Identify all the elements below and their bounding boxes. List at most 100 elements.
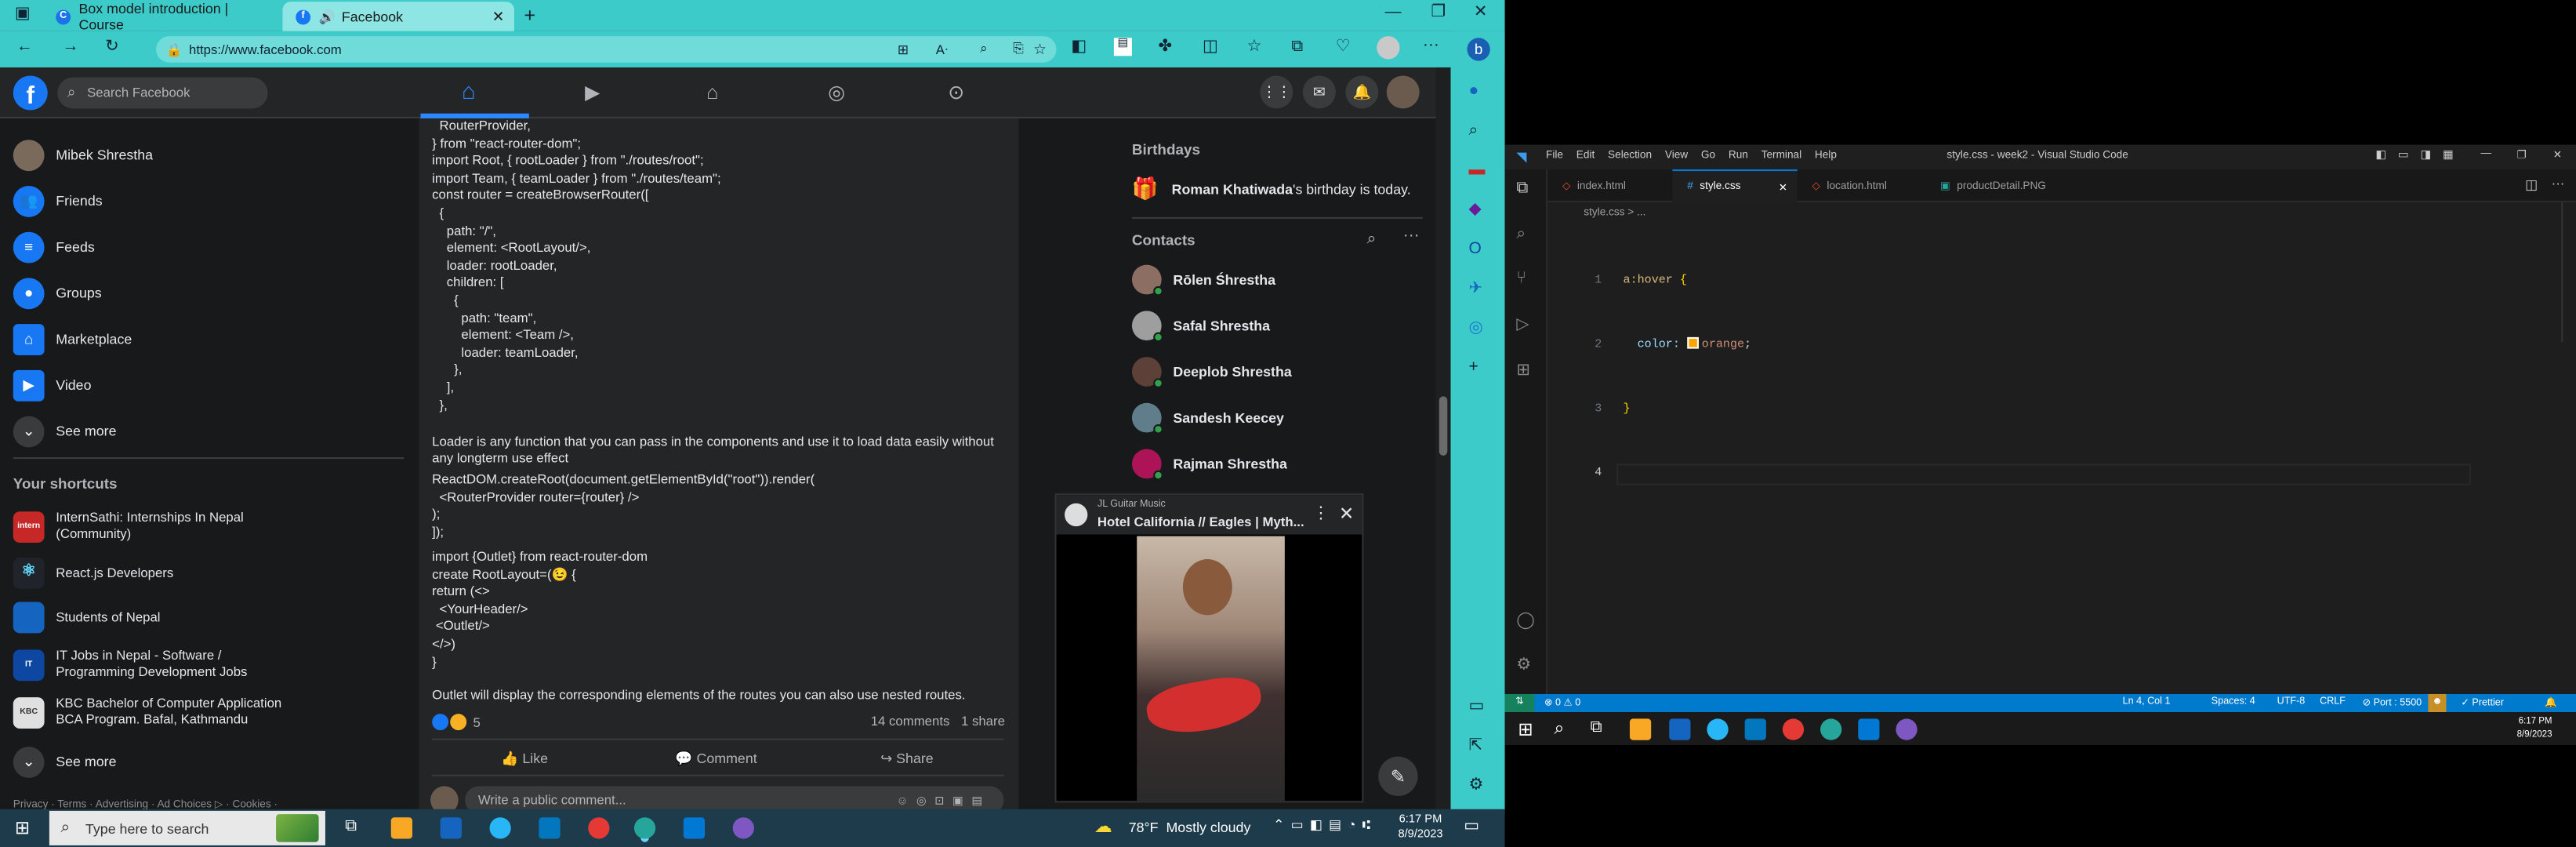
shortcut-item[interactable]: ⚛ React.js Developers (13, 557, 174, 589)
windows-start-icon[interactable]: ⊞ (1518, 718, 1533, 740)
favorites-icon[interactable]: ☆ (1247, 38, 1262, 56)
tab-course[interactable]: C Box model introduction | Course (42, 0, 276, 33)
restore-icon[interactable]: ❐ (2517, 148, 2527, 162)
more-actions-icon[interactable]: ··· (2552, 176, 2565, 191)
shortcut-item[interactable]: KBC KBC Bachelor of Computer Application B… (13, 696, 281, 729)
menu-item[interactable]: Edit (1576, 150, 1595, 162)
contact-item[interactable]: Rajman Shrestha (1131, 449, 1287, 481)
nav-marketplace[interactable]: ⌂ Marketplace (13, 322, 132, 355)
share-icon[interactable]: ⎘ (1013, 41, 1023, 57)
nav-friends[interactable]: 👥 Friends (13, 184, 103, 217)
split-screen-icon[interactable]: ◫ (1203, 38, 1218, 56)
comments-count[interactable]: 14 comments (871, 714, 950, 729)
split-editor-icon[interactable]: ◫ (2525, 177, 2538, 192)
system-tray-icons[interactable]: ⌃▭◧▤◔⑆ (1273, 817, 1377, 832)
bing-chat-icon[interactable]: b (1467, 38, 1490, 61)
indentation[interactable]: Spaces: 4 (2211, 697, 2255, 707)
code-editor[interactable]: a:hover { color: orange; } (1616, 228, 2471, 528)
contact-item[interactable]: Sandesh Keecey (1131, 402, 1284, 434)
apps-icon[interactable]: ⊞ (898, 42, 909, 56)
minimize-icon[interactable]: — (2481, 148, 2492, 160)
vscode-taskbar-icon[interactable] (1858, 718, 1880, 740)
nav-feeds[interactable]: ≡ Feeds (13, 231, 95, 264)
contact-item[interactable]: Safal Shrestha (1131, 311, 1270, 343)
menu-item[interactable]: Help (1815, 150, 1837, 162)
messenger-icon[interactable]: ✉ (1302, 75, 1336, 109)
shortcut-item[interactable]: IT IT Jobs in Nepal - Software / Programmi… (13, 648, 248, 681)
weather-text[interactable]: 78°F Mostly cloudy (1129, 819, 1251, 835)
speaker-icon[interactable]: 🔊 (319, 9, 336, 24)
search-contacts-icon[interactable]: ⌕ (1367, 231, 1377, 249)
tab-index-html[interactable]: ◇ index.html (1547, 169, 1672, 202)
tab-facebook[interactable]: f 🔊 Facebook ✕ (282, 2, 514, 31)
paint-icon[interactable] (588, 817, 610, 839)
close-tab-icon[interactable]: ✕ (1779, 180, 1787, 194)
close-window-icon[interactable]: ✕ (2553, 148, 2562, 162)
file-explorer-icon[interactable] (1629, 718, 1652, 740)
collections-icon[interactable]: ⧉ (1291, 38, 1303, 56)
notification-center-icon[interactable]: ▭ (1464, 817, 1479, 835)
back-icon[interactable]: ← (16, 38, 33, 56)
app-icon[interactable] (1896, 718, 1917, 740)
extension-2-icon[interactable]: ▤ (1113, 38, 1132, 56)
video-frame[interactable] (1137, 536, 1285, 802)
settings-icon[interactable]: ⚙ (1469, 777, 1484, 794)
explorer-icon[interactable]: ⧉ (1516, 180, 1528, 198)
app-icon[interactable] (1707, 718, 1729, 740)
new-message-button[interactable]: ✎ (1378, 756, 1418, 796)
zoom-icon[interactable]: ⌕ (980, 41, 987, 57)
nav-groups[interactable]: ● Groups (13, 276, 102, 309)
facebook-logo[interactable]: f (13, 75, 48, 111)
office-icon[interactable]: ◎ (1469, 320, 1483, 337)
vscode-taskbar-icon[interactable] (683, 817, 706, 839)
taskbar-search[interactable]: ⌕ Type here to search (49, 810, 325, 845)
tools-icon[interactable]: ▬ (1469, 162, 1486, 180)
shares-count[interactable]: 1 share (961, 714, 1005, 729)
sidebar-search-icon[interactable]: ⌕ (1469, 122, 1478, 140)
external-link-icon[interactable]: ⇱ (1469, 738, 1483, 755)
layout-controls-icon[interactable]: ◧▭◨▦ (2375, 148, 2465, 162)
shortcuts-see-more[interactable]: ⌄ See more (13, 745, 117, 778)
groups-nav-icon[interactable]: ◎ (828, 81, 845, 104)
task-view-icon[interactable]: ⧉ (345, 817, 366, 838)
notifications-bell-icon[interactable]: 🔔 (2545, 697, 2557, 709)
menu-grid-icon[interactable]: ⋮⋮ (1260, 75, 1293, 109)
sidebar-layout-icon[interactable]: ▭ (1469, 698, 1485, 715)
extensions-icon[interactable]: ⊞ (1516, 362, 1530, 380)
paint-icon[interactable] (1782, 718, 1805, 740)
marketplace-nav-icon[interactable]: ⌂ (706, 81, 718, 104)
menu-item[interactable]: Run (1729, 150, 1748, 162)
windows-start-icon[interactable]: ⊞ (15, 817, 30, 838)
games-icon[interactable]: ◆ (1469, 202, 1482, 219)
more-menu-icon[interactable]: ··· (1423, 37, 1439, 54)
store-icon[interactable] (440, 817, 462, 839)
tab-product-detail[interactable]: ▣ productDetail.PNG (1925, 169, 2073, 202)
tab-location-html[interactable]: ◇ location.html (1798, 169, 1925, 202)
edge-taskbar-icon[interactable] (1820, 718, 1842, 740)
app-icon[interactable] (489, 817, 511, 839)
drop-icon[interactable]: ✈ (1469, 281, 1483, 298)
problems-status[interactable]: ⊗ 0 ⚠ 0 (1544, 697, 1580, 709)
clock[interactable]: 6:17 PM 8/9/2023 (1398, 812, 1442, 842)
comment-button[interactable]: 💬 Comment (675, 750, 756, 768)
outlook-icon[interactable]: O (1469, 241, 1482, 258)
close-tab-icon[interactable]: ✕ (492, 7, 505, 25)
menu-item[interactable]: Selection (1608, 150, 1652, 162)
account-avatar[interactable] (1386, 75, 1420, 109)
restore-icon[interactable]: ❐ (1431, 4, 1446, 21)
store-icon[interactable] (1669, 718, 1691, 740)
tab-style-css[interactable]: # style.css ✕ (1672, 169, 1798, 202)
url-field[interactable]: 🔒 https://www.facebook.com ⊞ Aᐧ ⌕ ⎘ ☆ (156, 36, 1057, 63)
menu-item[interactable]: Terminal (1761, 150, 1801, 162)
gaming-icon[interactable]: ⊙ (948, 81, 964, 104)
copilot-icon[interactable]: ☻ (2428, 693, 2447, 713)
file-explorer-icon[interactable] (390, 817, 413, 839)
search-icon[interactable]: ⌕ (1555, 718, 1565, 740)
performance-icon[interactable]: ♡ (1336, 38, 1351, 56)
birthday-item[interactable]: 🎁 Roman Khatiwada's birthday is today. (1132, 176, 1411, 202)
scrollbar-thumb[interactable] (1439, 396, 1448, 456)
remote-icon[interactable]: ⇅ (1504, 693, 1535, 713)
nav-see-more[interactable]: ⌄ See more (13, 414, 117, 447)
run-debug-icon[interactable]: ▷ (1516, 317, 1529, 334)
edge-taskbar-icon[interactable] (633, 817, 656, 839)
